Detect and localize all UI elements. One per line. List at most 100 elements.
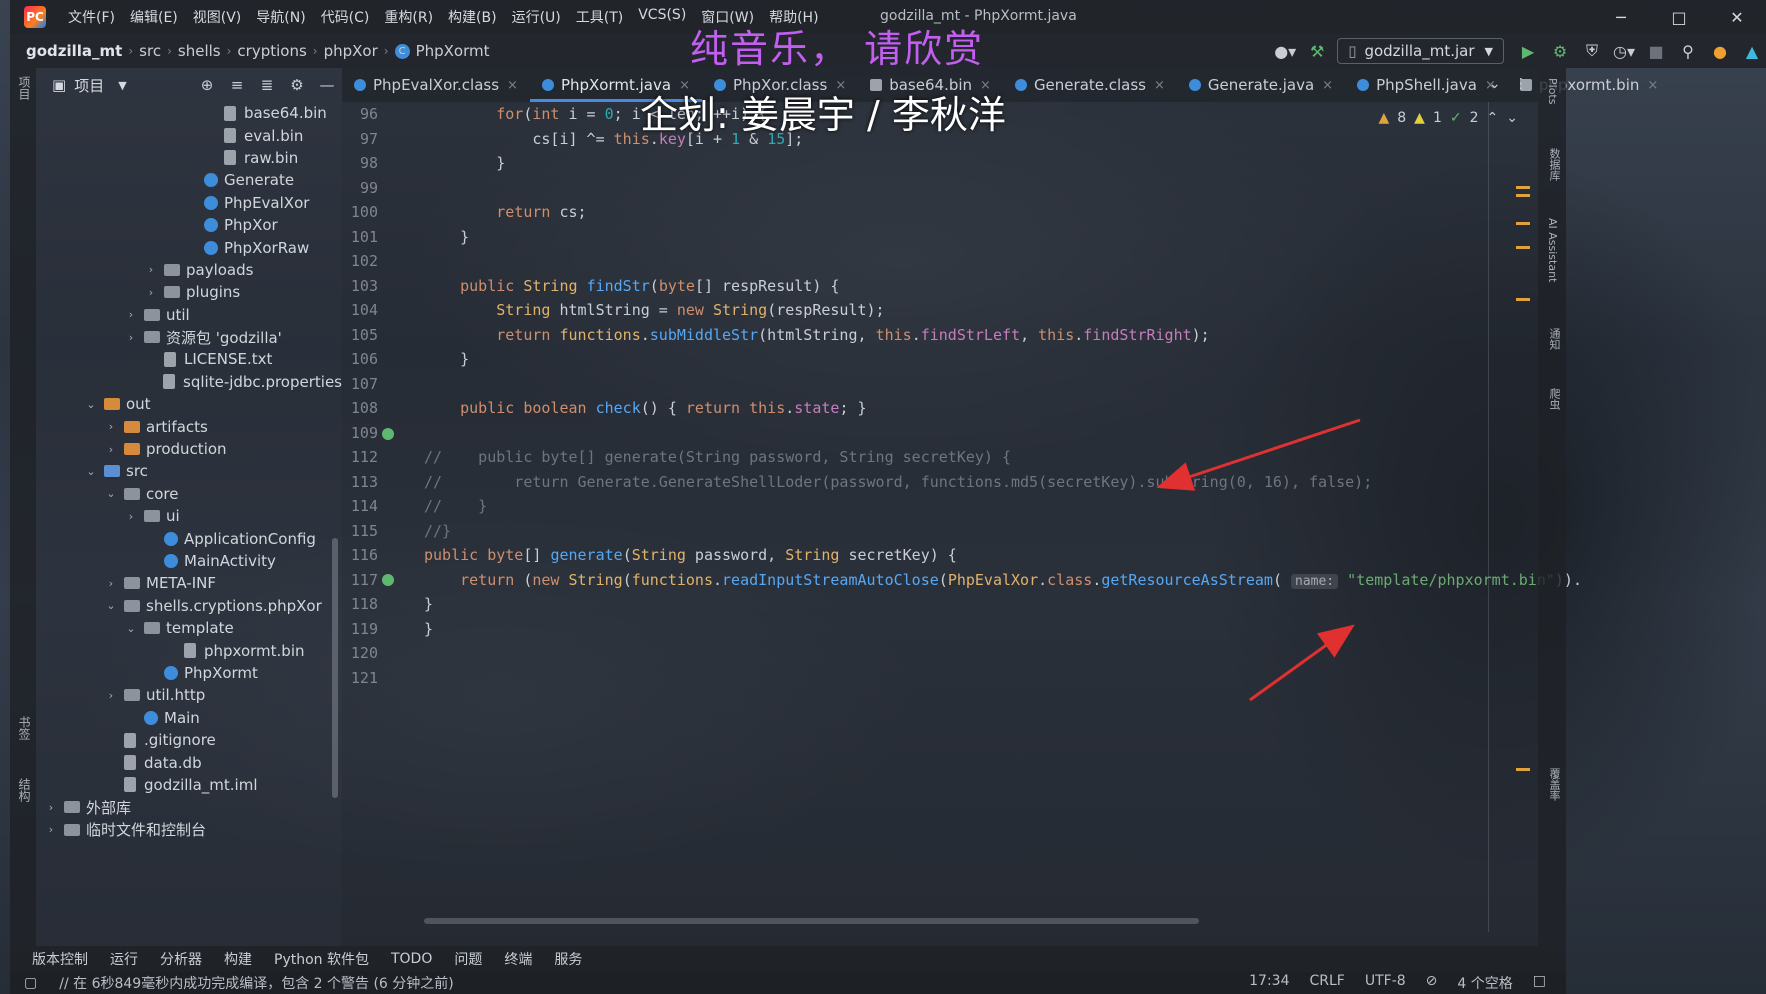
line-number[interactable]: 102 xyxy=(342,249,422,274)
line-number[interactable]: 103 xyxy=(342,274,422,299)
tree-item[interactable]: ⌄ src xyxy=(36,460,342,482)
editor-tab[interactable]: Generate.java × xyxy=(1177,68,1345,102)
menu-item[interactable]: 视图(V) xyxy=(193,7,242,27)
line-number[interactable]: 98 xyxy=(342,151,422,176)
tree-item[interactable]: PhpXor xyxy=(36,214,342,236)
tree-item[interactable]: › payloads xyxy=(36,259,342,281)
line-number[interactable]: 113 xyxy=(342,470,422,495)
tree-item[interactable]: Main xyxy=(36,707,342,729)
tree-item[interactable]: ApplicationConfig xyxy=(36,527,342,549)
tree-item[interactable]: ⌄ template xyxy=(36,617,342,639)
line-number[interactable]: 112 xyxy=(342,445,422,470)
line-number[interactable]: 97 xyxy=(342,127,422,152)
bookmarks-tool-button[interactable]: 书签 xyxy=(16,716,33,740)
tool-window-button[interactable]: 分析器 xyxy=(160,949,202,969)
tree-item[interactable]: › util xyxy=(36,304,342,326)
close-icon[interactable]: × xyxy=(507,78,518,93)
tree-item[interactable]: › 资源包 'godzilla' xyxy=(36,326,342,348)
menu-item[interactable]: 运行(U) xyxy=(512,7,561,27)
chevron-right-icon[interactable]: › xyxy=(104,443,118,456)
app-logo-icon[interactable]: PC xyxy=(24,6,46,28)
crawler-tool-button[interactable]: 爬虫 xyxy=(1546,388,1562,410)
line-number[interactable]: 99 xyxy=(342,176,422,201)
line-number[interactable]: 96 xyxy=(342,102,422,127)
tree-item[interactable]: MainActivity xyxy=(36,550,342,572)
build-hammer-icon[interactable]: ⚒ xyxy=(1303,42,1331,61)
expand-all-icon[interactable]: ≡ xyxy=(222,76,252,94)
tree-item[interactable]: sqlite-jdbc.properties xyxy=(36,371,342,393)
file-encoding[interactable]: UTF-8 xyxy=(1365,973,1406,993)
tree-item[interactable]: phpxormt.bin xyxy=(36,639,342,661)
gear-icon[interactable]: ⚙ xyxy=(282,76,312,94)
breadcrumb-src[interactable]: src xyxy=(139,42,161,60)
tree-item[interactable]: › artifacts xyxy=(36,415,342,437)
tree-item[interactable]: godzilla_mt.iml xyxy=(36,774,342,796)
minimize-button[interactable]: ─ xyxy=(1592,0,1650,34)
tool-window-button[interactable]: TODO xyxy=(391,951,432,967)
editor-horizontal-scrollbar[interactable] xyxy=(424,918,1199,924)
chevron-right-icon[interactable]: › xyxy=(104,577,118,590)
tree-item[interactable]: Generate xyxy=(36,169,342,191)
error-stripe-mark[interactable] xyxy=(1516,298,1530,301)
editor-tab[interactable]: phpxormt.bin × xyxy=(1508,68,1670,102)
lock-icon[interactable]: □ xyxy=(1533,973,1546,993)
tool-window-button[interactable]: 终端 xyxy=(504,949,532,969)
menu-item[interactable]: 代码(C) xyxy=(321,7,370,27)
project-tool-button[interactable]: 项目 xyxy=(16,76,33,100)
line-number[interactable]: 105 xyxy=(342,323,422,348)
tree-item[interactable]: ⌄ out xyxy=(36,393,342,415)
close-icon[interactable]: × xyxy=(1154,78,1165,93)
chevron-down-icon[interactable]: ▼ xyxy=(118,79,126,92)
chevron-right-icon[interactable]: › xyxy=(144,286,158,299)
line-number[interactable]: 101 xyxy=(342,225,422,250)
project-scrollbar[interactable] xyxy=(332,538,338,798)
tree-item[interactable]: PhpXormt xyxy=(36,662,342,684)
menu-item[interactable]: 导航(N) xyxy=(256,7,305,27)
profile-icon[interactable]: ◷▾ xyxy=(1610,42,1638,61)
menu-item[interactable]: 构建(B) xyxy=(448,7,497,27)
indent-setting[interactable]: 4 个空格 xyxy=(1457,973,1512,993)
debug-icon[interactable]: ⚙ xyxy=(1546,42,1574,61)
ide-logo-icon[interactable]: ▲ xyxy=(1738,42,1766,61)
tree-item[interactable]: › ui xyxy=(36,505,342,527)
user-icon[interactable]: ●▾ xyxy=(1271,42,1299,61)
tool-window-button[interactable]: 构建 xyxy=(224,949,252,969)
close-icon[interactable]: × xyxy=(1647,78,1658,93)
line-number[interactable]: 108 xyxy=(342,396,422,421)
tree-item[interactable]: › 临时文件和控制台 xyxy=(36,819,342,841)
breadcrumb-shells[interactable]: shells xyxy=(178,42,221,60)
error-stripe-mark[interactable] xyxy=(1516,246,1530,249)
tool-window-button[interactable]: 问题 xyxy=(454,949,482,969)
tool-window-button[interactable]: Python 软件包 xyxy=(274,949,369,969)
chevron-right-icon[interactable]: › xyxy=(124,331,138,344)
plots-tool-button[interactable]: Plots xyxy=(1546,78,1559,104)
chevron-right-icon[interactable]: › xyxy=(124,510,138,523)
line-number[interactable]: 106 xyxy=(342,347,422,372)
notifications-tool-button[interactable]: 通知 xyxy=(1546,328,1562,350)
line-number[interactable]: 119 xyxy=(342,617,422,642)
chevron-right-icon[interactable]: › xyxy=(104,689,118,702)
override-marker-icon[interactable] xyxy=(382,574,394,586)
tool-window-button[interactable]: 运行 xyxy=(110,949,138,969)
stop-icon[interactable]: ■ xyxy=(1642,42,1670,61)
error-stripe-mark[interactable] xyxy=(1516,194,1530,197)
code-area[interactable]: for(int i = 0; i < len; ++i) { cs[i] ^= … xyxy=(424,102,1582,666)
run-configuration-select[interactable]: ▯ godzilla_mt.jar ▼ xyxy=(1337,38,1504,64)
tree-item[interactable]: ⌄ shells.cryptions.phpXor xyxy=(36,595,342,617)
error-stripe-mark[interactable] xyxy=(1516,222,1530,225)
error-stripe-mark[interactable] xyxy=(1516,768,1530,771)
menu-item[interactable]: 重构(R) xyxy=(384,7,433,27)
line-number[interactable]: 114 xyxy=(342,494,422,519)
project-panel-title[interactable]: 项目 xyxy=(74,75,104,96)
maximize-button[interactable]: □ xyxy=(1650,0,1708,34)
search-icon[interactable]: ⚲ xyxy=(1674,42,1702,61)
breadcrumb-cryptions[interactable]: cryptions xyxy=(237,42,306,60)
line-number[interactable]: 107 xyxy=(342,372,422,397)
tree-item[interactable]: ⌄ core xyxy=(36,483,342,505)
tree-item[interactable]: .gitignore xyxy=(36,729,342,751)
no-highlight-icon[interactable]: ⊘ xyxy=(1426,973,1438,993)
tree-item[interactable]: data.db xyxy=(36,751,342,773)
tree-item[interactable]: eval.bin xyxy=(36,124,342,146)
tree-item[interactable]: › production xyxy=(36,438,342,460)
tree-item[interactable]: PhpEvalXor xyxy=(36,192,342,214)
